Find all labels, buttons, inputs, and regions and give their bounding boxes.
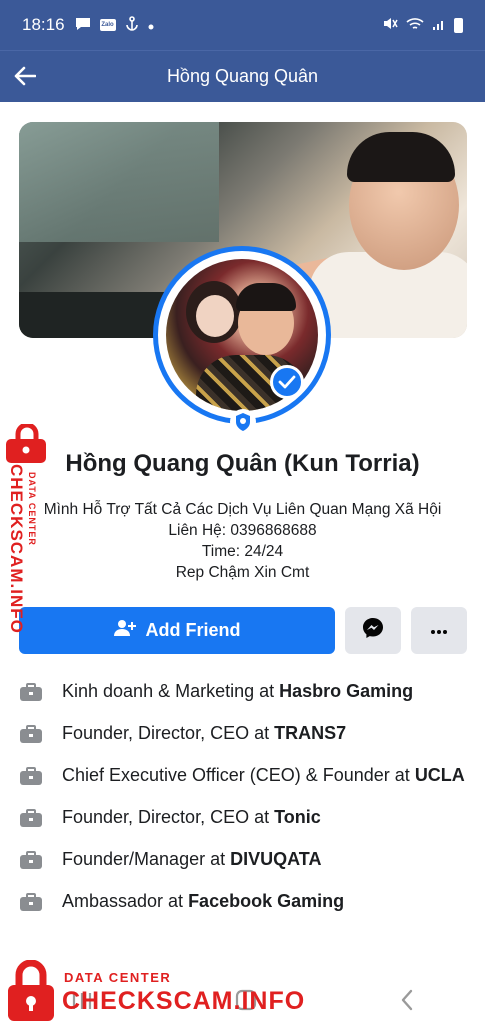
message-icon (75, 17, 91, 34)
add-friend-button[interactable]: Add Friend (19, 607, 335, 654)
more-icon (430, 622, 448, 640)
battery-icon (454, 17, 463, 33)
clock: 18:16 (22, 15, 65, 34)
mute-icon (382, 16, 398, 34)
profile-bio: Mình Hỗ Trợ Tất Cả Các Dịch Vụ Liên Quan… (0, 499, 485, 583)
work-org: Tonic (274, 807, 321, 827)
profile-guard-shield-icon (230, 409, 256, 435)
work-org: Hasbro Gaming (279, 681, 414, 701)
briefcase-icon (20, 893, 42, 911)
verified-check-icon (270, 365, 304, 399)
work-org: UCLA (414, 765, 465, 785)
work-text: Ambassador at Facebook Gaming (62, 891, 345, 911)
briefcase-icon (20, 767, 42, 785)
page-title: Hồng Quang Quân (166, 66, 319, 86)
briefcase-icon (20, 725, 42, 743)
top-app-bar: Hồng Quang Quân (0, 50, 485, 102)
notification-icons: Zalo (75, 16, 154, 34)
briefcase-icon (20, 683, 42, 701)
work-list: Kinh doanh & Marketing at Hasbro Gaming … (19, 680, 467, 932)
more-options-button[interactable] (411, 607, 467, 654)
briefcase-icon (20, 809, 42, 827)
watermark-line1: DATA CENTER (64, 970, 172, 985)
profile-actions: Add Friend (19, 607, 467, 654)
watermark-line2: CHECKSCAM.INFO (7, 464, 26, 634)
work-item: Ambassador at Facebook Gaming (19, 890, 467, 913)
profile-name: Hồng Quang Quân (Kun Torria) (65, 450, 420, 477)
work-org: DIVUQATA (230, 849, 322, 869)
work-org: Facebook Gaming (188, 891, 345, 911)
work-text: Kinh doanh & Marketing at Hasbro Gaming (62, 681, 414, 701)
work-item: Kinh doanh & Marketing at Hasbro Gaming (19, 680, 467, 703)
messenger-icon (362, 617, 384, 644)
work-item: Founder, Director, CEO at Tonic (19, 806, 467, 829)
lock-watermark-icon (6, 424, 46, 463)
lock-watermark-icon (8, 960, 54, 1021)
system-back-icon[interactable] (400, 987, 414, 1018)
wifi-icon (406, 17, 424, 34)
work-item: Founder/Manager at DIVUQATA (19, 848, 467, 871)
work-text: Founder/Manager at DIVUQATA (62, 849, 322, 869)
work-text: Founder, Director, CEO at Tonic (62, 807, 321, 827)
watermark-line2: CHECKSCAM.INFO (62, 987, 306, 1015)
add-friend-label: Add Friend (145, 620, 241, 640)
avatar-person-right-hair (236, 283, 296, 311)
signal-icon (432, 17, 446, 34)
bio-line: Time: 24/24 (201, 543, 284, 560)
anchor-icon (125, 16, 139, 34)
back-arrow-icon[interactable] (12, 63, 38, 89)
status-bar: 18:16 Zalo (0, 0, 485, 50)
bio-line: Liên Hệ: 0396868688 (168, 522, 317, 539)
add-friend-icon (113, 619, 136, 642)
work-org: TRANS7 (274, 723, 347, 743)
bio-line: Mình Hỗ Trợ Tất Cả Các Dịch Vụ Liên Quan… (43, 501, 442, 518)
avatar-person-left-face (196, 295, 234, 337)
cover-window-area (19, 122, 219, 242)
watermark-line1: DATA CENTER (27, 472, 37, 546)
work-text: Chief Executive Officer (CEO) & Founder … (62, 765, 465, 785)
side-watermark: DATA CENTER CHECKSCAM.INFO (2, 420, 46, 660)
briefcase-icon (20, 851, 42, 869)
cover-hair-shape (347, 132, 455, 182)
bottom-watermark: DATA CENTER CHECKSCAM.INFO (6, 960, 306, 1022)
work-item: Founder, Director, CEO at TRANS7 (19, 722, 467, 745)
profile-picture-ring[interactable] (153, 246, 331, 424)
work-item: Chief Executive Officer (CEO) & Founder … (19, 764, 467, 787)
dot-icon (148, 18, 154, 33)
messenger-button[interactable] (345, 607, 401, 654)
system-icons (382, 16, 463, 34)
zalo-icon: Zalo (99, 19, 116, 31)
work-text: Founder, Director, CEO at TRANS7 (62, 723, 347, 743)
bio-line: Rep Chậm Xin Cmt (175, 564, 310, 581)
